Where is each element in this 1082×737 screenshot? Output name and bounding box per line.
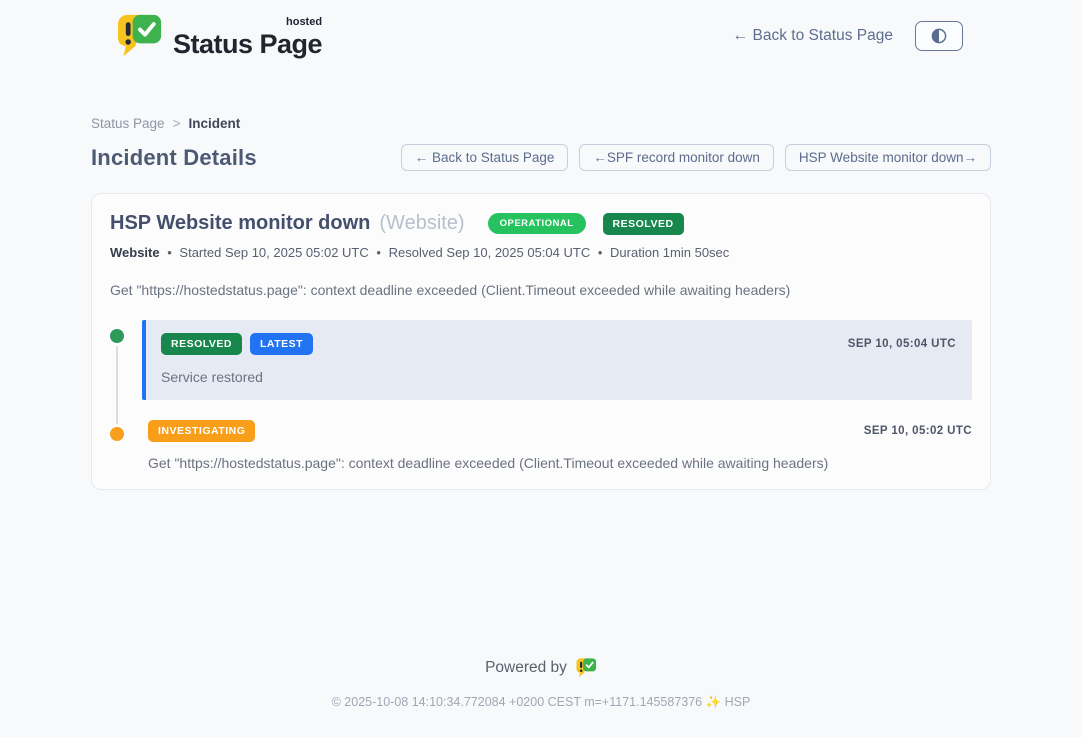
meta-resolved: Resolved Sep 10, 2025 05:04 UTC bbox=[389, 245, 591, 260]
header-actions: ← Back to Status Page bbox=[733, 21, 963, 51]
timeline-item-investigating: INVESTIGATING SEP 10, 05:02 UTC Get "htt… bbox=[110, 418, 972, 471]
update-timestamp: SEP 10, 05:02 UTC bbox=[864, 425, 972, 437]
incident-timeline: RESOLVED LATEST SEP 10, 05:04 UTC Servic… bbox=[110, 320, 972, 471]
timeline-item-resolved: RESOLVED LATEST SEP 10, 05:04 UTC Servic… bbox=[110, 320, 972, 400]
resolved-status-badge: RESOLVED bbox=[603, 213, 684, 235]
timeline-dot-green bbox=[110, 329, 124, 343]
update-message: Service restored bbox=[161, 369, 956, 385]
breadcrumb: Status Page > Incident bbox=[91, 116, 991, 131]
incident-meta: Website • Started Sep 10, 2025 05:02 UTC… bbox=[110, 245, 972, 260]
breadcrumb-separator: > bbox=[173, 116, 181, 131]
previous-incident-button[interactable]: ←SPF record monitor down bbox=[579, 144, 774, 171]
timeline-update-box: INVESTIGATING SEP 10, 05:02 UTC Get "htt… bbox=[142, 418, 972, 471]
meta-bullet: • bbox=[167, 245, 172, 260]
contrast-icon bbox=[928, 25, 950, 47]
timeline-update-badges: INVESTIGATING bbox=[148, 420, 255, 442]
page-title: Incident Details bbox=[91, 145, 257, 171]
theme-toggle-button[interactable] bbox=[915, 21, 963, 51]
meta-component: Website bbox=[110, 245, 160, 260]
timeline-latest-update-box: RESOLVED LATEST SEP 10, 05:04 UTC Servic… bbox=[142, 320, 972, 400]
status-page-logo-icon-small bbox=[576, 658, 597, 678]
meta-bullet: • bbox=[376, 245, 381, 260]
back-to-status-page-button[interactable]: ← Back to Status Page bbox=[401, 144, 569, 171]
timeline-item-content: INVESTIGATING SEP 10, 05:02 UTC Get "htt… bbox=[142, 418, 972, 471]
resolved-update-badge: RESOLVED bbox=[161, 333, 242, 355]
page-head: Incident Details ← Back to Status Page ←… bbox=[91, 144, 991, 171]
timeline-item-content: RESOLVED LATEST SEP 10, 05:04 UTC Servic… bbox=[142, 320, 972, 400]
header: Status Page hosted ← Back to Status Page bbox=[91, 0, 991, 58]
powered-by-label: Powered by bbox=[485, 659, 567, 677]
next-incident-button[interactable]: HSP Website monitor down→ bbox=[785, 144, 991, 171]
status-page-logo-icon bbox=[117, 14, 163, 58]
timeline-dot-orange bbox=[110, 427, 124, 441]
header-back-to-status-page-link[interactable]: ← Back to Status Page bbox=[733, 27, 893, 45]
breadcrumb-incident: Incident bbox=[188, 116, 240, 131]
investigating-update-badge: INVESTIGATING bbox=[148, 420, 255, 442]
timeline-update-badges: RESOLVED LATEST bbox=[161, 333, 313, 355]
incident-description: Get "https://hostedstatus.page": context… bbox=[110, 282, 972, 298]
logo-link[interactable]: Status Page hosted bbox=[117, 14, 322, 58]
powered-by-link[interactable]: Powered by bbox=[485, 658, 597, 678]
update-timestamp: SEP 10, 05:04 UTC bbox=[848, 338, 956, 350]
meta-started: Started Sep 10, 2025 05:02 UTC bbox=[179, 245, 368, 260]
incident-card: HSP Website monitor down (Website) OPERA… bbox=[91, 193, 991, 490]
logo-hosted-label: hosted bbox=[286, 17, 322, 28]
breadcrumb-status-page[interactable]: Status Page bbox=[91, 116, 165, 131]
meta-bullet: • bbox=[598, 245, 603, 260]
incident-title: HSP Website monitor down bbox=[110, 212, 370, 235]
timeline-update-header: RESOLVED LATEST SEP 10, 05:04 UTC bbox=[161, 333, 956, 355]
footer: Powered by © 2025-10-08 14:10:34.772084 … bbox=[91, 658, 991, 710]
incident-nav-buttons: ← Back to Status Page ←SPF record monito… bbox=[401, 144, 991, 171]
timeline-update-header: INVESTIGATING SEP 10, 05:02 UTC bbox=[148, 420, 972, 442]
incident-title-row: HSP Website monitor down (Website) OPERA… bbox=[110, 212, 972, 235]
copyright-text: © 2025-10-08 14:10:34.772084 +0200 CEST … bbox=[91, 695, 991, 710]
latest-update-badge: LATEST bbox=[250, 333, 313, 355]
update-message: Get "https://hostedstatus.page": context… bbox=[148, 455, 972, 471]
operational-status-badge: OPERATIONAL bbox=[488, 213, 586, 234]
meta-duration: Duration 1min 50sec bbox=[610, 245, 729, 260]
incident-component: (Website) bbox=[379, 212, 464, 235]
logo-title: Status Page hosted bbox=[173, 19, 322, 58]
